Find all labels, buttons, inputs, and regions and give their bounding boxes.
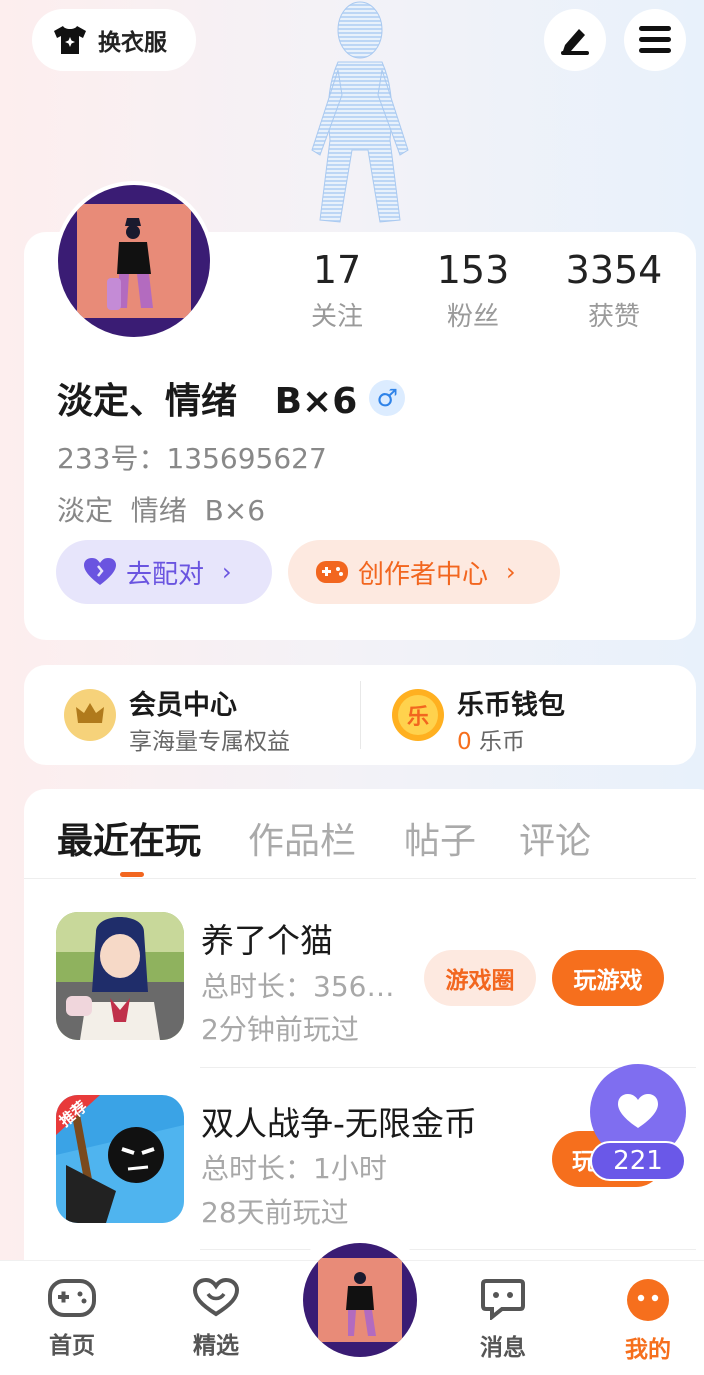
menu-button[interactable] bbox=[624, 9, 686, 71]
game-duration: 总时长：356… bbox=[201, 970, 395, 1003]
game-circle-button[interactable]: 游戏圈 bbox=[424, 950, 536, 1006]
wallet-unit: 乐币 bbox=[471, 729, 525, 755]
game-thumbnail-image bbox=[56, 912, 184, 1040]
member-center-title: 会员中心 bbox=[129, 690, 237, 721]
chevron-right-icon: › bbox=[222, 558, 232, 586]
game-title[interactable]: 双人战争-无限金币 bbox=[201, 1097, 477, 1145]
match-label: 去配对 bbox=[126, 559, 205, 590]
stat-label: 关注 bbox=[310, 302, 363, 332]
avatar-3d-figure bbox=[311, 1, 409, 223]
active-tab-indicator bbox=[120, 872, 144, 877]
user-id[interactable]: 233号：135695627 bbox=[57, 437, 327, 477]
nav-label: 精选 bbox=[193, 1333, 239, 1359]
tab-comments[interactable]: 评论 bbox=[519, 812, 591, 864]
member-wallet-card bbox=[24, 665, 696, 765]
coin-icon-text: 乐 bbox=[398, 695, 438, 735]
change-outfit-button[interactable]: 换衣服 bbox=[32, 9, 196, 71]
heart-icon bbox=[84, 558, 116, 585]
stat-value: 153 bbox=[436, 248, 510, 292]
user-bio: 淡定 情绪 B×6 bbox=[57, 494, 266, 527]
edit-profile-button[interactable] bbox=[544, 9, 606, 71]
play-game-button[interactable]: 玩游戏 bbox=[552, 950, 664, 1006]
user-name-text: 淡定、情绪 B×6 bbox=[57, 381, 358, 422]
game-thumbnail[interactable]: 推荐 bbox=[56, 1095, 184, 1223]
member-center-subtitle: 享海量专属权益 bbox=[129, 729, 290, 755]
message-icon bbox=[481, 1279, 525, 1322]
nav-center-avatar[interactable] bbox=[303, 1243, 417, 1357]
heart-chat-icon bbox=[192, 1277, 240, 1317]
avatar[interactable] bbox=[54, 181, 214, 341]
tab-posts[interactable]: 帖子 bbox=[404, 812, 476, 864]
stat-value: 17 bbox=[312, 248, 362, 292]
stat-following[interactable]: 17 关注 bbox=[272, 248, 402, 333]
wallet-title: 乐币钱包 bbox=[457, 690, 565, 721]
nav-label: 首页 bbox=[49, 1333, 95, 1359]
stat-label: 获赞 bbox=[587, 302, 640, 332]
game-duration: 总时长：1小时 bbox=[201, 1152, 387, 1185]
stat-likes[interactable]: 3354 获赞 bbox=[549, 248, 679, 333]
like-count-badge: 221 bbox=[590, 1141, 686, 1181]
heart-icon bbox=[618, 1094, 658, 1128]
tab-works[interactable]: 作品栏 bbox=[248, 812, 356, 864]
user-name: 淡定、情绪 B×6 ♂ bbox=[57, 372, 406, 424]
me-icon bbox=[627, 1279, 669, 1321]
tab-recent-played[interactable]: 最近在玩 bbox=[57, 812, 201, 864]
stat-value: 3354 bbox=[565, 248, 663, 292]
nav-label: 消息 bbox=[480, 1335, 526, 1361]
male-gender-icon: ♂ bbox=[369, 380, 406, 416]
nav-label: 我的 bbox=[625, 1337, 671, 1363]
stat-fans[interactable]: 153 粉丝 bbox=[408, 248, 538, 333]
avatar-image bbox=[318, 1258, 402, 1342]
creator-center-label: 创作者中心 bbox=[358, 559, 489, 590]
crown-icon bbox=[64, 689, 116, 741]
coin-icon: 乐 bbox=[392, 689, 444, 741]
divider bbox=[24, 878, 696, 879]
creator-center-button[interactable]: 创作者中心 › bbox=[288, 540, 560, 604]
wallet-amount: 0 bbox=[457, 729, 472, 755]
divider bbox=[360, 681, 361, 749]
nav-home[interactable]: 首页 bbox=[22, 1278, 122, 1360]
avatar-image bbox=[77, 204, 191, 318]
nav-messages[interactable]: 消息 bbox=[453, 1278, 553, 1362]
change-outfit-label: 换衣服 bbox=[98, 30, 167, 56]
chevron-right-icon: › bbox=[506, 558, 516, 586]
nav-featured[interactable]: 精选 bbox=[166, 1277, 266, 1360]
gamepad-icon bbox=[48, 1279, 96, 1317]
divider bbox=[200, 1249, 696, 1250]
profile-page: 换衣服 17 关注 153 粉丝 3354 获赞 淡定、情绪 B×6 ♂ 233… bbox=[0, 0, 704, 1375]
game-thumbnail[interactable] bbox=[56, 912, 184, 1040]
match-button[interactable]: 去配对 › bbox=[56, 540, 272, 604]
stat-label: 粉丝 bbox=[446, 302, 499, 332]
gamepad-icon bbox=[316, 561, 348, 583]
pen-icon bbox=[561, 29, 589, 55]
game-last-played: 2分钟前玩过 bbox=[201, 1013, 359, 1046]
hamburger-menu-icon bbox=[639, 26, 671, 53]
game-title[interactable]: 养了个猫 bbox=[201, 914, 333, 962]
wallet-balance: 0 乐币 bbox=[457, 722, 525, 756]
game-last-played: 28天前玩过 bbox=[201, 1196, 349, 1229]
nav-me[interactable]: 我的 bbox=[598, 1278, 698, 1364]
tshirt-icon bbox=[54, 26, 86, 54]
